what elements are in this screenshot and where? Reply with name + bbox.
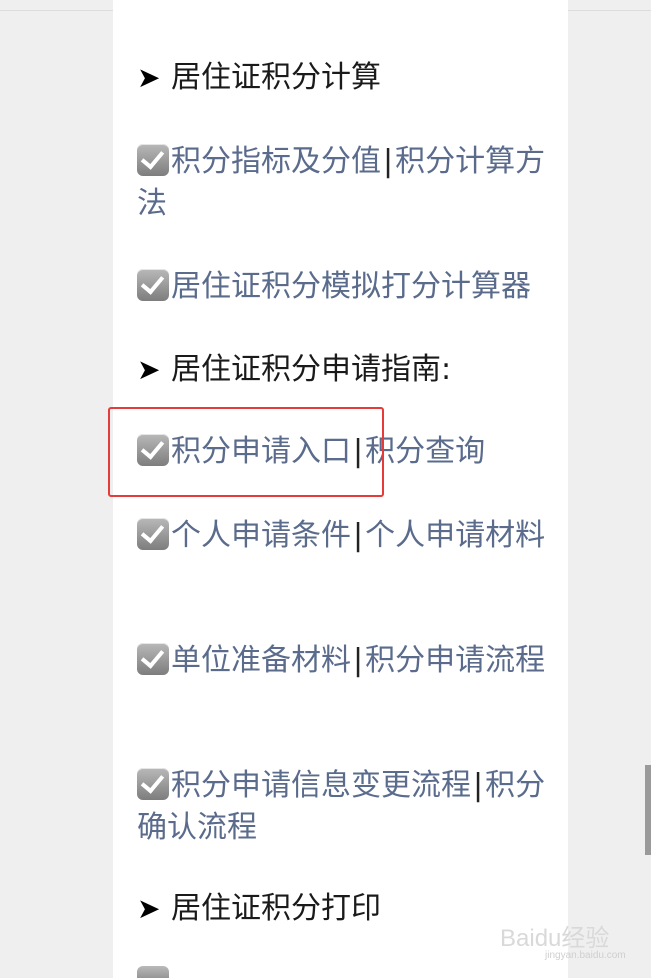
heading-text: 居住证积分打印 (171, 891, 381, 926)
link-unit-materials[interactable]: 单位准备材料 (171, 643, 351, 678)
separator: | (353, 643, 364, 678)
link-personal-materials[interactable]: 个人申请材料 (365, 518, 545, 553)
link-indicators[interactable]: 积分指标及分值 (171, 144, 381, 179)
list-item: 积分申请信息变更流程|积分确认流程 (137, 765, 555, 849)
section-heading-guide: ➤ 居住证积分申请指南: (137, 349, 555, 391)
separator: | (473, 768, 484, 803)
heading-text: 居住证积分申请指南: (171, 352, 452, 387)
list-item: 积分指标及分值|积分计算方法 (137, 141, 555, 225)
watermark-logo: Baidu经验 (500, 925, 610, 952)
checkbox-checked-icon (137, 269, 169, 301)
highlight-box (108, 407, 384, 497)
watermark-url: jingyan.baidu.com (545, 950, 626, 961)
separator: | (353, 518, 364, 553)
checkbox-checked-icon (137, 518, 169, 550)
cut-off-text (137, 0, 146, 19)
link-info-change[interactable]: 积分申请信息变更流程 (171, 768, 471, 803)
arrow-right-icon: ➤ (137, 61, 161, 94)
link-simulator[interactable]: 居住证积分模拟打分计算器 (171, 269, 531, 304)
heading-text: 居住证积分计算 (171, 60, 381, 95)
list-item: 单位准备材料|积分申请流程 (137, 640, 555, 682)
section-heading-print: ➤ 居住证积分打印 (137, 888, 555, 930)
arrow-right-icon: ➤ (137, 892, 161, 925)
arrow-right-icon: ➤ (137, 353, 161, 386)
separator: | (383, 144, 394, 179)
checkbox-checked-icon (137, 768, 169, 800)
checkbox-checked-icon (137, 144, 169, 176)
list-item: 居住证积分模拟打分计算器 (137, 266, 555, 308)
list-item: 个人申请条件|个人申请材料 (137, 515, 555, 557)
scrollbar[interactable] (645, 765, 651, 855)
checkbox-checked-icon (137, 643, 169, 675)
link-apply-process[interactable]: 积分申请流程 (365, 643, 545, 678)
link-personal-conditions[interactable]: 个人申请条件 (171, 518, 351, 553)
checkbox-checked-icon (137, 966, 169, 978)
section-heading-calc: ➤ 居住证积分计算 (137, 57, 555, 99)
